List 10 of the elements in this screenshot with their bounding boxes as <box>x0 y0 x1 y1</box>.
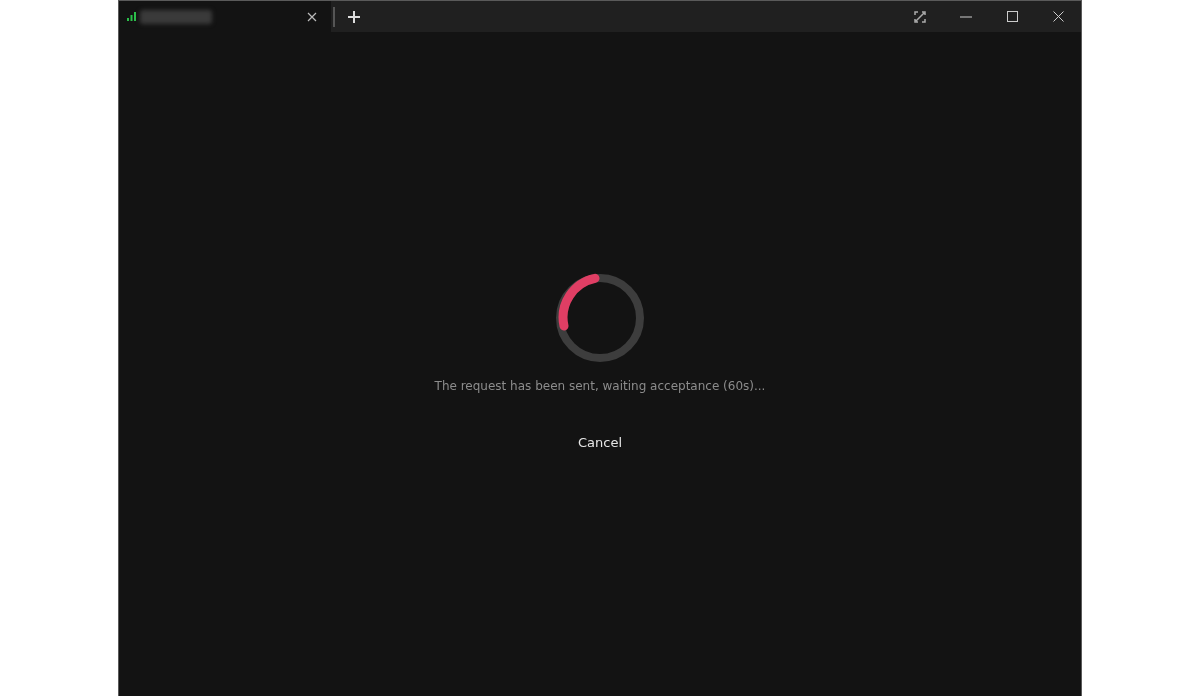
plus-icon <box>347 9 361 24</box>
status-message: The request has been sent, waiting acceptance (60s)... <box>434 379 766 393</box>
signal-icon <box>127 12 136 21</box>
close-icon <box>1052 11 1064 22</box>
blurred-title <box>140 9 212 24</box>
close-icon <box>307 11 317 22</box>
maximize-icon <box>1006 11 1018 22</box>
minimize-icon <box>960 15 972 18</box>
cancel-button[interactable]: Cancel <box>573 433 626 452</box>
fullscreen-icon <box>914 10 926 23</box>
